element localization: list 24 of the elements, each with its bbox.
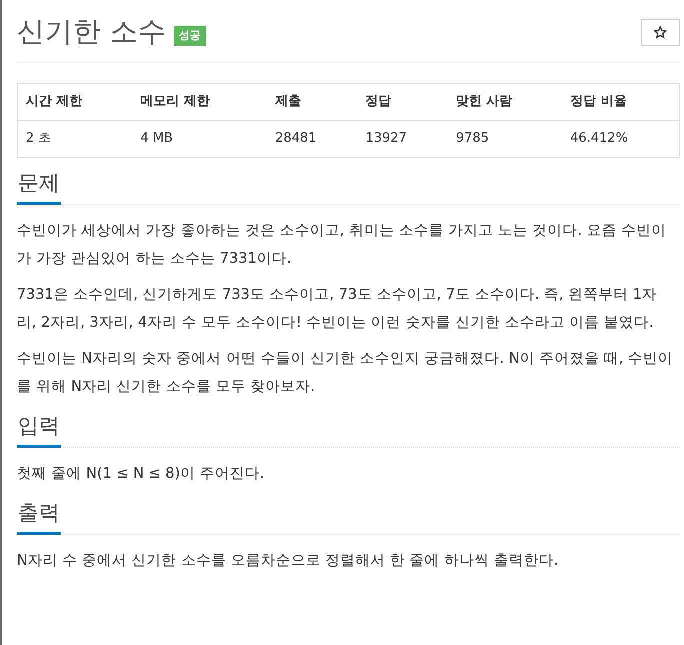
column-header: 제출 (267, 84, 358, 120)
column-header: 정답 (358, 84, 448, 120)
paragraph: 첫째 줄에 N(1 ≤ N ≤ 8)이 주어진다. (17, 465, 266, 484)
table-cell: 13927 (358, 120, 448, 158)
table-cell: 28481 (267, 120, 358, 158)
column-header: 시간 제한 (18, 84, 133, 120)
table-cell: 4 MB (132, 120, 268, 158)
table-cell: 2 초 (18, 120, 133, 158)
section-heading: 문제 (17, 168, 61, 205)
section-heading: 출력 (17, 498, 61, 535)
column-header: 맞힌 사람 (448, 84, 562, 120)
problem-title: 신기한 소수 (17, 14, 166, 50)
paragraph: 7331은 소수인데, 신기하게도 733도 소수이고, 73도 소수이고, 7도 소수이다. 즉, 왼쪽부터 1자리, 2자리, 3자리, 4자리 수 모두 소수이다! 수빈이는 이런 숫자를 신기한 소수라고 이름 붙였다. (17, 286, 658, 333)
section-heading: 입력 (17, 411, 61, 448)
table-cell: 9785 (448, 120, 562, 158)
column-header: 정답 비율 (562, 84, 680, 120)
favorite-button[interactable] (641, 18, 680, 46)
table-cell: 46.412% (562, 120, 680, 158)
star-icon (654, 26, 667, 38)
paragraph: 수빈이는 N자리의 숫자 중에서 어떤 수들이 신기한 소수인지 궁금해졌다. N이 주어졌을 때, 수빈이를 위해 N자리 신기한 소수를 모두 찾아보자. (17, 350, 674, 397)
paragraph: N자리 수 중에서 신기한 소수를 오름차순으로 정렬해서 한 줄에 하나씩 출력한다. (17, 552, 560, 571)
paragraph: 수빈이가 세상에서 가장 좋아하는 것은 소수이고, 취미는 소수를 가지고 노는 것이다. 요즘 수빈이가 가장 관심있어 하는 소수는 7331이다. (17, 222, 668, 269)
status-badge: 성공 (174, 26, 206, 46)
column-header: 메모리 제한 (132, 84, 268, 120)
